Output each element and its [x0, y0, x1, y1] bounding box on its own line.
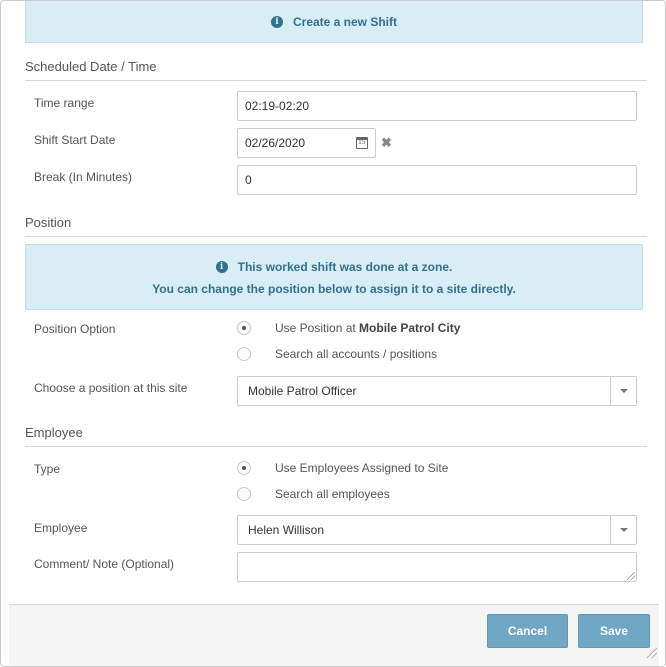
employee-type-search-all[interactable]: Search all employees: [237, 487, 390, 501]
radio-search-positions[interactable]: [237, 347, 251, 361]
chevron-down-icon: [619, 389, 628, 393]
zone-info-banner: i This worked shift was done at a zone. …: [25, 244, 643, 310]
time-range-label: Time range: [34, 96, 95, 110]
zone-info-line1: This worked shift was done at a zone.: [237, 260, 453, 274]
shift-start-date-input[interactable]: 02/26/2020: [237, 128, 376, 158]
employee-type-label: Type: [34, 462, 61, 476]
calendar-icon[interactable]: [356, 137, 368, 149]
radio-assigned-employees[interactable]: [237, 461, 251, 475]
window-resize-icon[interactable]: [647, 648, 657, 658]
create-shift-dialog: i Create a new Shift Scheduled Date / Ti…: [0, 0, 666, 667]
employee-type-assigned[interactable]: Use Employees Assigned to Site: [237, 461, 448, 475]
zone-info-line2: You can change the position below to ass…: [152, 282, 516, 296]
info-icon: i: [270, 15, 283, 28]
position-select[interactable]: Mobile Patrol Officer: [237, 376, 637, 406]
radio-search-employees[interactable]: [237, 487, 251, 501]
employee-select[interactable]: Helen Willison: [237, 515, 637, 545]
position-option-search-all[interactable]: Search all accounts / positions: [237, 347, 437, 361]
position-option-use-site[interactable]: Use Position at Mobile Patrol City: [237, 321, 460, 335]
position-option-search-text: Search all accounts / positions: [275, 347, 438, 361]
chevron-down-icon: [619, 528, 628, 532]
shift-start-date-value: 02/26/2020: [245, 136, 306, 150]
clear-date-icon[interactable]: ✖: [381, 135, 392, 151]
section-title-position: Position: [25, 215, 647, 237]
save-button[interactable]: Save: [578, 614, 650, 648]
employee-type-assigned-text: Use Employees Assigned to Site: [275, 461, 449, 475]
break-label: Break (In Minutes): [34, 170, 133, 184]
employee-label: Employee: [34, 521, 88, 535]
resize-grip-icon[interactable]: [627, 572, 635, 580]
comment-label: Comment/ Note (Optional): [34, 557, 175, 571]
employee-select-toggle[interactable]: [610, 516, 636, 544]
employee-type-search-text: Search all employees: [275, 487, 390, 501]
info-icon: i: [215, 261, 228, 273]
dialog-title: Create a new Shift: [292, 14, 398, 29]
shift-start-date-label: Shift Start Date: [34, 133, 116, 147]
employee-select-value: Helen Willison: [248, 523, 325, 537]
break-minutes-value: 0: [245, 173, 252, 187]
time-range-value: 02:19-02:20: [245, 99, 310, 113]
position-select-toggle[interactable]: [610, 377, 636, 405]
break-minutes-input[interactable]: 0: [237, 165, 637, 195]
dialog-header: i Create a new Shift: [25, 1, 643, 43]
time-range-input[interactable]: 02:19-02:20: [237, 91, 637, 121]
section-title-scheduled: Scheduled Date / Time: [25, 59, 647, 81]
comment-textarea[interactable]: [237, 552, 637, 582]
cancel-button[interactable]: Cancel: [487, 614, 568, 648]
radio-use-position[interactable]: [237, 321, 251, 335]
position-option-use-text: Use Position at Mobile Patrol City: [275, 321, 461, 335]
choose-position-label: Choose a position at this site: [34, 381, 188, 395]
position-select-value: Mobile Patrol Officer: [248, 384, 357, 398]
section-title-employee: Employee: [25, 425, 647, 447]
position-option-label: Position Option: [34, 322, 116, 336]
